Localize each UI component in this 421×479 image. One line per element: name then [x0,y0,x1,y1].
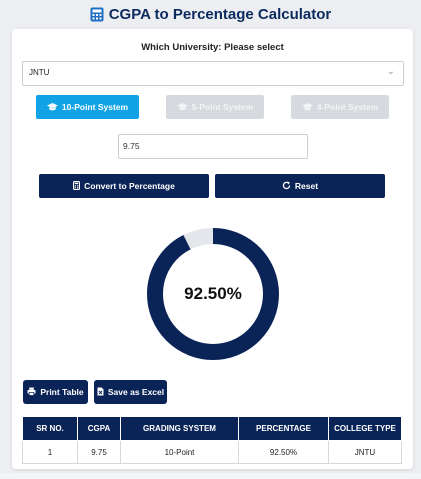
calculator-card: Which University: Please select JNTU ⌄ 1… [12,29,413,469]
convert-label: Convert to Percentage [84,181,175,191]
university-select[interactable]: JNTU ⌄ [22,61,404,86]
graduation-cap-icon [301,102,313,112]
column-header: PERCENTAGE [238,416,329,441]
printer-icon [27,387,36,398]
column-header: SR NO. [22,416,78,441]
table-cell: 92.50% [238,440,329,464]
cut-off-footer [0,473,421,479]
percentage-result: 92.50% [184,284,242,303]
calculator-icon [73,180,81,192]
table-cell: 1 [22,440,78,464]
five-point-system-button[interactable]: 5-Point System [166,95,264,119]
results-table: SR NO. CGPA GRADING SYSTEM PERCENTAGE CO… [22,416,402,464]
page-title-text: CGPA to Percentage Calculator [108,5,332,23]
table-cell: 10-Point [120,440,239,464]
ten-point-system-button[interactable]: 10-Point System [36,95,139,119]
save-as-excel-button[interactable]: Save as Excel [94,380,167,404]
table-row: 1 9.75 10-Point 92.50% JNTU [22,440,402,464]
table-header-row: SR NO. CGPA GRADING SYSTEM PERCENTAGE CO… [22,416,402,441]
convert-to-percentage-button[interactable]: Convert to Percentage [39,174,209,198]
graduation-cap-icon [46,102,58,112]
ten-point-system-label: 10-Point System [61,102,129,112]
university-select-value: JNTU [29,68,50,77]
table-cell: 9.75 [77,440,121,464]
cgpa-input-value: 9.75 [123,141,140,151]
five-point-system-label: 5-Point System [191,102,254,112]
save-as-excel-label: Save as Excel [107,387,165,397]
reset-button[interactable]: Reset [215,174,385,198]
calculator-icon [90,7,104,22]
page-title: CGPA to Percentage Calculator [0,4,421,24]
column-header: COLLEGE TYPE [328,416,402,441]
column-header: CGPA [77,416,121,441]
print-table-label: Print Table [40,387,84,397]
university-label: Which University: Please select [141,42,284,53]
table-cell: JNTU [328,440,402,464]
print-table-button[interactable]: Print Table [23,380,88,404]
four-point-system-button[interactable]: 4-Point System [291,95,389,119]
chevron-down-icon: ⌄ [386,66,395,77]
four-point-system-label: 4-Point System [316,102,379,112]
cgpa-input[interactable]: 9.75 [118,134,308,159]
reset-label: Reset [294,181,319,191]
reset-icon [282,181,291,192]
graduation-cap-icon [176,102,188,112]
column-header: GRADING SYSTEM [120,416,239,441]
file-excel-icon [97,387,104,398]
